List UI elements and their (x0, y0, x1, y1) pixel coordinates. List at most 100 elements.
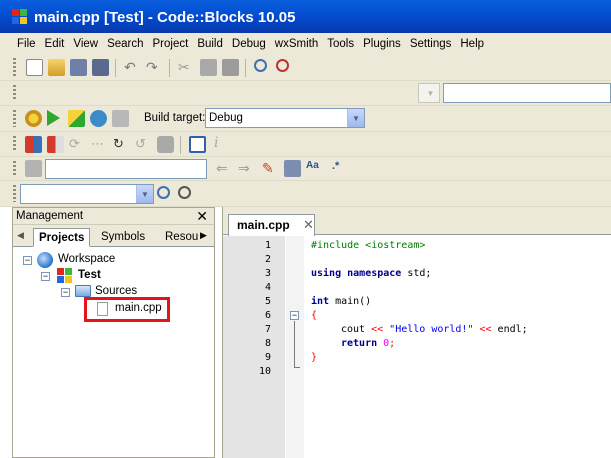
menu-debug[interactable]: Debug (232, 38, 266, 50)
menu-settings[interactable]: Settings (410, 38, 452, 50)
selection-only-icon[interactable] (284, 160, 301, 177)
menu-search[interactable]: Search (107, 38, 143, 50)
tree-node-folder[interactable]: Sources (95, 285, 137, 297)
undo-icon[interactable]: ↶ (124, 59, 141, 76)
tab-resources[interactable]: Resou (160, 228, 203, 247)
editor-tab-label: main.cpp (237, 218, 290, 232)
search-input[interactable] (443, 83, 611, 103)
menu-edit[interactable]: Edit (45, 38, 65, 50)
toolbar-grip[interactable] (13, 110, 16, 127)
build-target-value: Debug (209, 112, 243, 124)
open-file-icon[interactable] (48, 59, 65, 76)
close-tab-icon[interactable]: ✕ (303, 217, 314, 233)
chevron-down-icon[interactable]: ▼ (136, 185, 153, 203)
stop-debug-icon[interactable] (157, 136, 174, 153)
search-icon[interactable] (157, 186, 170, 199)
tab-symbols[interactable]: Symbols (96, 228, 150, 247)
collapse-icon[interactable]: − (23, 256, 32, 265)
cut-icon[interactable]: ✂ (178, 59, 195, 76)
build-gear-icon[interactable] (25, 110, 42, 127)
arrow-left-icon[interactable]: ⇐ (216, 160, 233, 177)
search-icon[interactable] (178, 186, 191, 199)
line-number: 2 (264, 254, 271, 265)
menu-tools[interactable]: Tools (327, 38, 354, 50)
debug-start-icon[interactable] (25, 136, 42, 153)
highlight-icon[interactable]: ✎ (262, 160, 279, 177)
incremental-search-input[interactable] (45, 159, 207, 179)
next-instruction-icon[interactable]: ⋯ (91, 136, 108, 153)
code-text: cout (341, 324, 372, 335)
info-icon[interactable]: i (214, 135, 231, 152)
window-title: main.cpp [Test] - Code::Blocks 10.05 (34, 9, 296, 26)
abort-icon[interactable] (112, 110, 129, 127)
operator: << (479, 324, 492, 335)
line-number: 4 (264, 282, 271, 293)
menu-file[interactable]: File (17, 38, 36, 50)
redo-icon[interactable]: ↷ (146, 59, 163, 76)
chevron-down-icon[interactable]: ▼ (347, 109, 364, 127)
debug-windows-icon[interactable] (189, 136, 206, 153)
save-all-icon[interactable] (92, 59, 109, 76)
toolbar-grip[interactable] (13, 161, 16, 176)
close-icon[interactable]: ✕ (196, 208, 208, 225)
toolbar-grip[interactable] (13, 58, 16, 76)
arrow-right-icon[interactable]: ⇒ (238, 160, 255, 177)
new-file-icon[interactable] (26, 59, 43, 76)
main-toolbar: ↶ ↷ ✂ (0, 54, 611, 81)
step-out-icon[interactable]: ↺ (135, 136, 152, 153)
find-icon[interactable] (254, 59, 267, 72)
toolbar-grip[interactable] (13, 85, 16, 101)
workspace-icon (37, 252, 53, 268)
operator: << (371, 324, 384, 335)
search-dropdown-disabled[interactable]: ▼ (418, 83, 440, 103)
codeblocks-logo-icon (12, 9, 28, 25)
paste-icon[interactable] (222, 59, 239, 76)
rebuild-icon[interactable] (90, 110, 107, 127)
line-number: 7 (264, 324, 271, 335)
folder-open-icon (75, 285, 91, 297)
line-number: 5 (264, 296, 271, 307)
replace-icon[interactable] (276, 59, 289, 72)
menu-wxsmith[interactable]: wxSmith (275, 38, 318, 50)
collapse-icon[interactable]: − (41, 272, 50, 281)
code-text: endl; (491, 324, 528, 335)
fold-collapse-icon[interactable]: − (290, 311, 299, 320)
step-into-icon[interactable]: ↻ (113, 136, 130, 153)
file-icon (97, 302, 108, 316)
tree-node-project[interactable]: Test (78, 269, 101, 281)
copy-icon[interactable] (200, 59, 217, 76)
tab-scroll-left-icon[interactable]: ◀ (17, 230, 24, 241)
menu-plugins[interactable]: Plugins (363, 38, 401, 50)
run-icon[interactable] (47, 110, 60, 126)
collapse-icon[interactable]: − (61, 288, 70, 297)
menu-help[interactable]: Help (460, 38, 484, 50)
build-and-run-icon[interactable] (68, 110, 85, 127)
management-panel: Management ✕ ◀ Projects Symbols Resou ▶ … (12, 207, 215, 458)
tree-node-file[interactable]: main.cpp (115, 302, 162, 314)
code-toolbar: ⇐ ⇒ ✎ Aa .* (0, 157, 611, 181)
code-text: main() (329, 296, 372, 307)
clear-search-icon[interactable] (25, 160, 42, 177)
save-icon[interactable] (70, 59, 87, 76)
menu-project[interactable]: Project (153, 38, 189, 50)
menu-build[interactable]: Build (197, 38, 223, 50)
project-icon (57, 268, 73, 284)
toolbar-grip[interactable] (13, 185, 16, 202)
symbol-search-select[interactable]: ▼ (20, 184, 154, 204)
tab-projects[interactable]: Projects (33, 228, 91, 247)
tree-node-workspace[interactable]: Workspace (58, 253, 115, 265)
tab-scroll-right-icon[interactable]: ▶ (200, 230, 207, 241)
line-number: 3 (264, 268, 271, 279)
management-tabs: ◀ Projects Symbols Resou ▶ (13, 225, 214, 247)
match-case-icon[interactable]: Aa (306, 160, 323, 177)
next-line-icon[interactable]: ⟳ (69, 136, 86, 153)
regex-icon[interactable]: .* (332, 160, 349, 177)
open-brace: { (311, 310, 318, 321)
run-to-cursor-icon[interactable] (47, 136, 64, 153)
toolbar-grip[interactable] (13, 136, 16, 152)
menu-view[interactable]: View (73, 38, 98, 50)
string-literal: "Hello world!" (383, 324, 480, 335)
build-target-select[interactable]: Debug ▼ (205, 108, 365, 128)
fold-margin: − (286, 236, 304, 458)
editor-tab-main[interactable]: main.cpp ✕ (228, 214, 315, 236)
